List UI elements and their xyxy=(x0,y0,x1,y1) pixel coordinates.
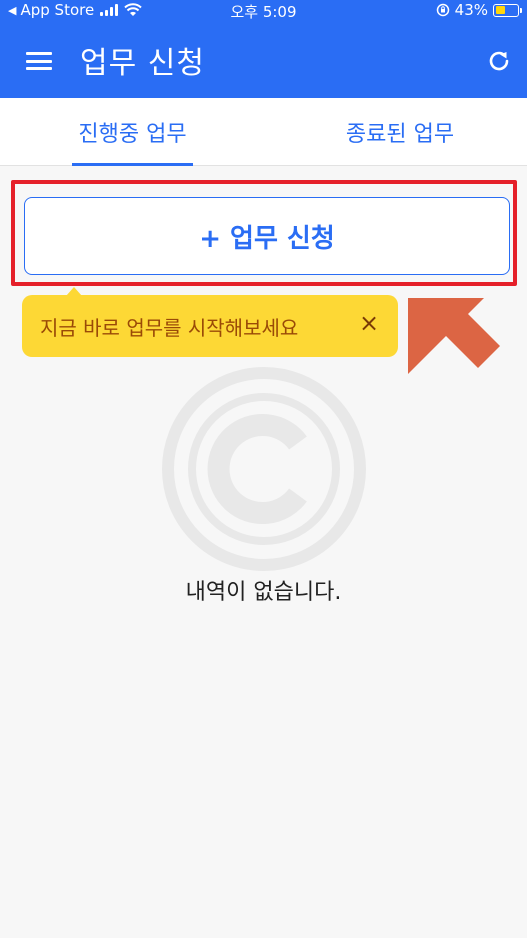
status-bar: ◀ App Store 오후 5:09 43% xyxy=(0,0,527,22)
close-icon[interactable]: × xyxy=(358,309,380,337)
app-header: 업무 신청 xyxy=(0,22,527,98)
rotation-lock-icon xyxy=(436,3,449,17)
tab-bar: 진행중 업무 종료된 업무 xyxy=(0,98,527,166)
refresh-icon[interactable] xyxy=(485,47,513,75)
battery-percent: 43% xyxy=(454,1,488,19)
tooltip: 지금 바로 업무를 시작해보세요 × xyxy=(22,287,398,357)
status-right: 43% xyxy=(436,1,522,19)
tab-completed[interactable]: 종료된 업무 xyxy=(325,98,475,166)
page-title: 업무 신청 xyxy=(80,46,205,81)
tab-in-progress[interactable]: 진행중 업무 xyxy=(60,98,205,166)
battery-icon xyxy=(493,3,522,17)
hamburger-icon[interactable] xyxy=(26,52,52,70)
empty-state-message: 내역이 없습니다. xyxy=(185,580,342,605)
copyright-icon xyxy=(162,367,366,571)
tooltip-text: 지금 바로 업무를 시작해보세요 xyxy=(40,316,299,340)
pointer-arrow-icon xyxy=(408,298,500,374)
request-task-button[interactable]: + 업무 신청 xyxy=(24,197,510,275)
